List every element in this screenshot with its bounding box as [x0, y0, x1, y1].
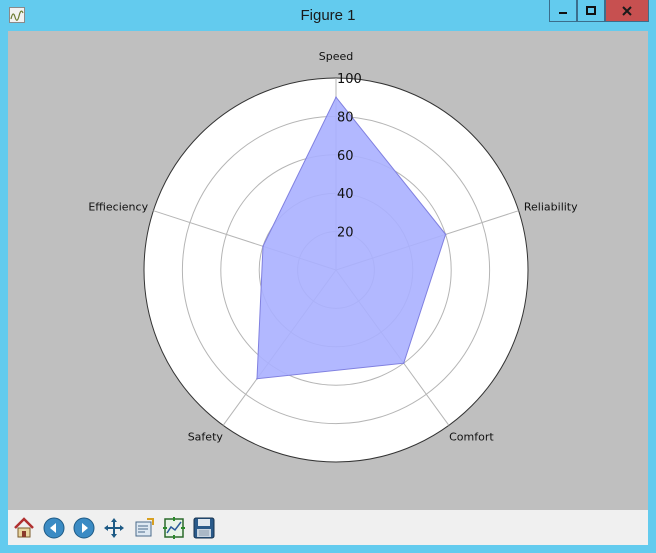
minimize-icon	[559, 11, 567, 14]
forward-arrow-icon	[73, 517, 95, 539]
maximize-button[interactable]	[577, 0, 605, 22]
category-label-speed: Speed	[319, 50, 353, 63]
radial-tick-label: 60	[337, 149, 354, 164]
title-bar[interactable]: Figure 1	[0, 0, 656, 31]
zoom-button[interactable]	[131, 515, 157, 541]
home-icon	[14, 517, 34, 538]
maximize-icon	[586, 5, 596, 15]
home-button[interactable]	[11, 515, 37, 541]
save-disk-icon	[193, 517, 215, 539]
data-point-comfort	[402, 362, 405, 365]
category-label-comfort: Comfort	[449, 431, 494, 444]
zoom-rect-icon	[135, 518, 154, 537]
data-point-reliability	[444, 233, 447, 236]
data-point-safety	[256, 377, 258, 380]
navigation-toolbar	[8, 510, 648, 545]
radial-tick-label: 40	[337, 187, 354, 202]
forward-button[interactable]	[71, 515, 97, 541]
category-label-safety: Safety	[188, 431, 224, 444]
category-label-reliability: Reliability	[524, 200, 578, 213]
minimize-button[interactable]	[549, 0, 577, 22]
data-point-effieciency	[262, 245, 264, 248]
plot-area: 20 40 60 80 100 Speed Reliability Comfort Safet…	[8, 31, 648, 510]
figure-canvas[interactable]: 20 40 60 80 100 Speed Reliability Comfort Safet…	[8, 31, 648, 545]
radial-tick-label: 20	[337, 226, 354, 241]
pan-arrows-icon	[104, 518, 124, 538]
radial-tick-label: 100	[337, 72, 362, 87]
pan-button[interactable]	[101, 515, 127, 541]
subplots-button[interactable]	[161, 515, 187, 541]
figure-window: Figure 1 20 40 60 80 100 Speed Reliabili…	[0, 0, 656, 553]
close-icon	[622, 5, 632, 16]
back-arrow-icon	[43, 517, 65, 539]
category-label-effieciency: Effieciency	[88, 200, 148, 213]
radar-chart: 20 40 60 80 100 Speed Reliability Comfort Safet…	[88, 50, 578, 463]
close-button[interactable]	[605, 0, 649, 22]
back-button[interactable]	[41, 515, 67, 541]
save-button[interactable]	[191, 515, 217, 541]
radial-tick-label: 80	[337, 110, 354, 125]
subplots-icon	[163, 517, 185, 539]
data-point-speed	[335, 96, 337, 98]
